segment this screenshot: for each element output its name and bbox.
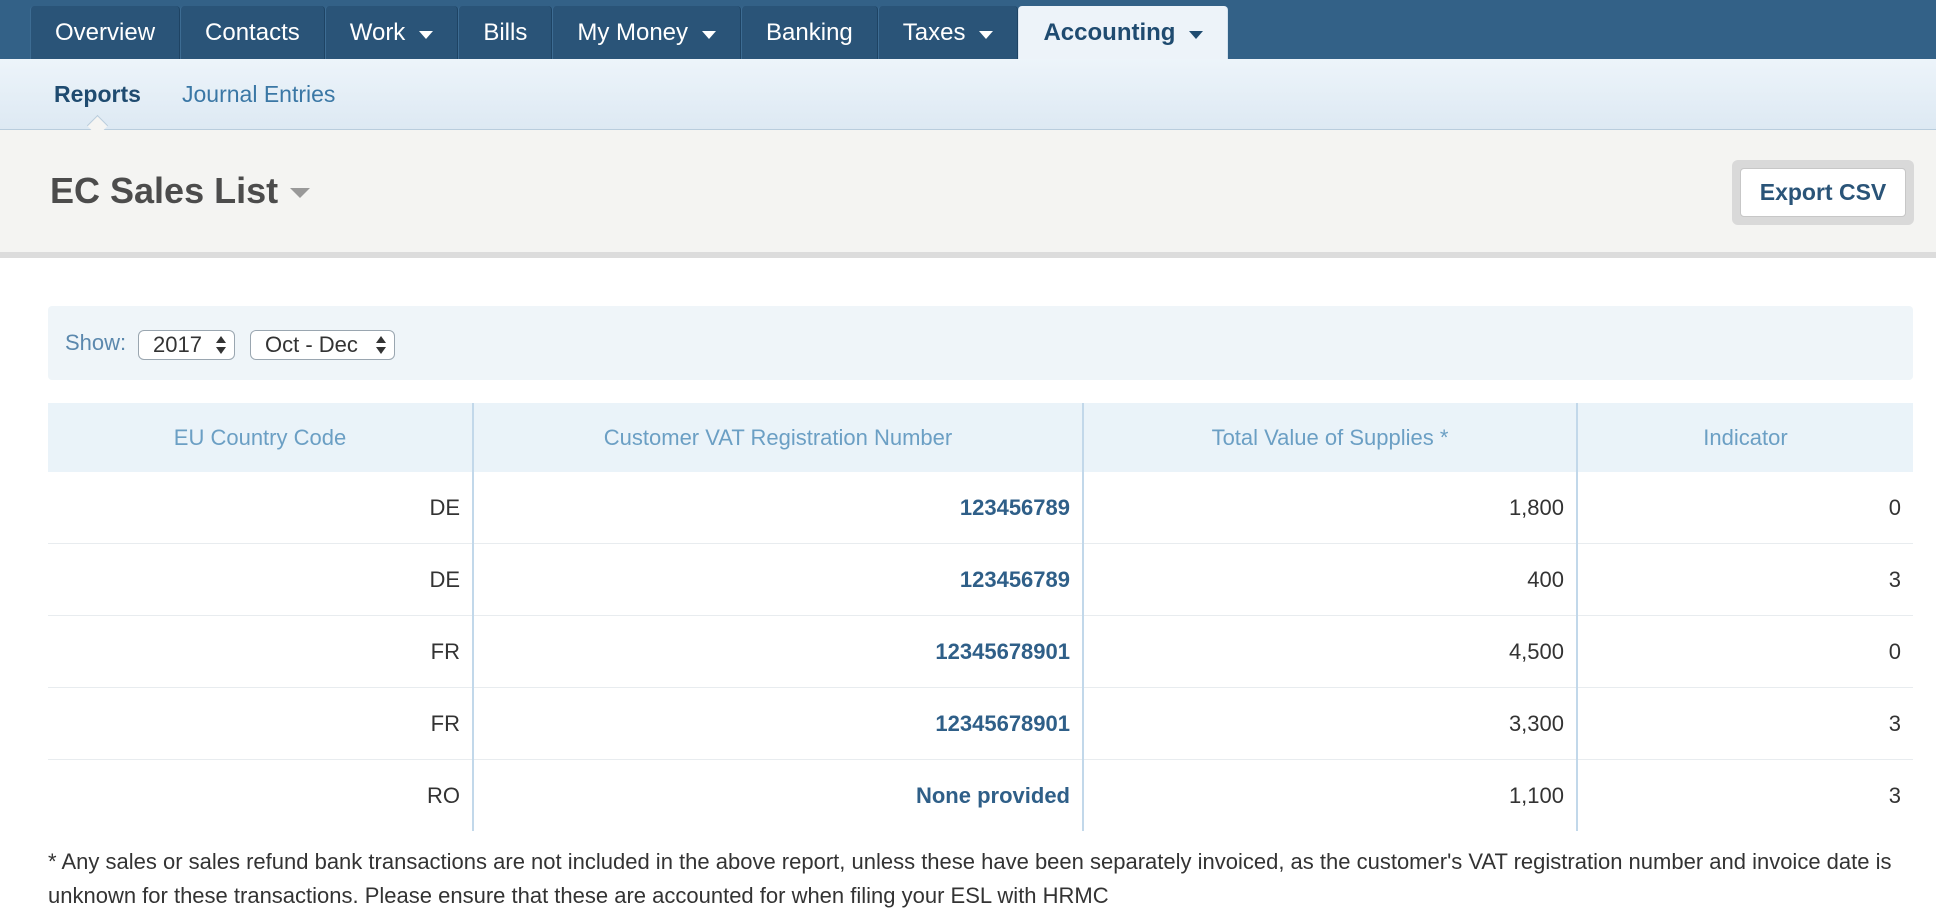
country-code-cell: DE [48,543,473,616]
period-select-value: Oct - Dec [265,332,358,357]
page-header: EC Sales List Export CSV [0,130,1936,258]
column-header-vat-number: Customer VAT Registration Number [472,403,1083,472]
indicator-cell: 3 [1576,687,1913,760]
tab-work[interactable]: Work [324,6,459,59]
year-select-value: 2017 [153,332,202,357]
select-arrows-icon [376,336,386,356]
tab-label: Work [349,18,406,46]
report-selector[interactable]: EC Sales List [50,170,311,212]
tab-banking[interactable]: Banking [741,6,878,59]
total-value-cell: 1,100 [1082,759,1577,831]
main-tabs: Overview Contacts Work Bills My Money Ba… [30,6,1229,59]
total-value-cell: 1,800 [1082,472,1577,544]
chevron-down-icon [419,30,434,39]
total-value-cell: 3,300 [1082,687,1577,760]
indicator-cell: 3 [1576,759,1913,831]
period-select[interactable]: Oct - Dec [250,330,395,360]
tab-label: Overview [55,18,156,46]
column-header-country-code: EU Country Code [48,403,473,472]
tab-label: Contacts [205,18,300,46]
total-value-cell: 4,500 [1082,615,1577,688]
page-title: EC Sales List [50,170,279,211]
tab-label: Bills [483,18,528,46]
vat-number-link[interactable]: 12345678901 [472,687,1083,760]
table-row: DE 123456789 1,800 0 [48,472,1913,544]
select-arrows-icon [216,336,226,356]
chevron-down-icon [290,188,311,198]
country-code-cell: FR [48,615,473,688]
column-header-indicator: Indicator [1576,403,1913,472]
table-row: FR 12345678901 3,300 3 [48,687,1913,760]
indicator-cell: 3 [1576,543,1913,616]
column-header-total-value: Total Value of Supplies * [1082,403,1577,472]
tab-label: My Money [577,18,689,46]
top-navigation-bar: Overview Contacts Work Bills My Money Ba… [0,0,1936,59]
country-code-cell: FR [48,687,473,760]
table-header-row: EU Country Code Customer VAT Registratio… [48,403,1913,472]
total-value-cell: 400 [1082,543,1577,616]
export-button-container: Export CSV [1732,160,1914,225]
footnote: * Any sales or sales refund bank transac… [48,849,1892,908]
ec-sales-table: EU Country Code Customer VAT Registratio… [48,403,1913,831]
table-row: FR 12345678901 4,500 0 [48,615,1913,688]
sub-navigation-bar: Reports Journal Entries [0,59,1936,137]
tab-my-money[interactable]: My Money [552,6,742,59]
chevron-down-icon [979,30,994,39]
chevron-down-icon [1189,30,1204,39]
indicator-cell: 0 [1576,472,1913,544]
tab-taxes[interactable]: Taxes [877,6,1019,59]
vat-number-link[interactable]: 123456789 [472,472,1083,544]
country-code-cell: RO [427,782,460,808]
vat-number-link[interactable]: 123456789 [472,543,1083,616]
indicator-cell: 0 [1576,615,1913,688]
vat-number-link[interactable]: 12345678901 [472,615,1083,688]
show-label: Show: [65,330,127,355]
country-code-cell: DE [48,472,473,544]
filter-bar: Show: 2017 Oct - Dec [48,306,1913,380]
subnav-item-label: Reports [54,80,141,107]
tab-accounting[interactable]: Accounting [1018,6,1229,59]
vat-number-link[interactable]: None provided [472,759,1083,831]
tab-label: Banking [766,18,853,46]
year-select[interactable]: 2017 [138,330,235,360]
subnav-item-label: Journal Entries [182,80,336,107]
tab-bills[interactable]: Bills [458,6,553,59]
table-row: RO None provided 1,100 3 [48,759,1913,831]
tab-contacts[interactable]: Contacts [180,6,325,59]
tab-overview[interactable]: Overview [30,6,181,59]
table-row: DE 123456789 400 3 [48,543,1913,616]
export-csv-button[interactable]: Export CSV [1740,168,1906,217]
chevron-down-icon [702,30,717,39]
tab-label: Accounting [1043,18,1176,46]
tab-label: Taxes [902,18,966,46]
subnav-item-journal-entries[interactable]: Journal Entries [182,59,335,129]
